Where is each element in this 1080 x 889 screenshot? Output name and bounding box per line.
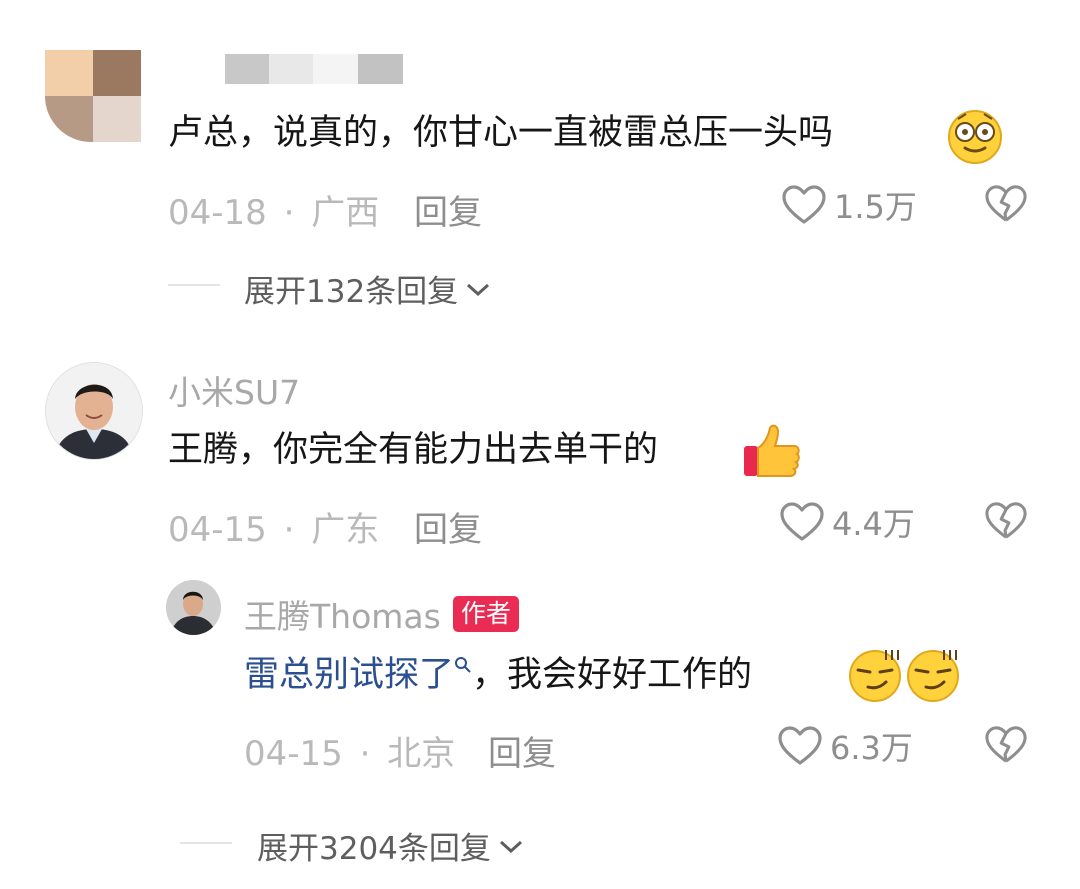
comment-1: 卢总，说真的，你甘心一直被雷总压一头吗 04-18 · 广西 回复 1.5万 展…	[0, 0, 1080, 330]
comment-2: 小米SU7 王腾，你完全有能力出去单干的 04-15 · 广东 回复 4.4万	[0, 340, 1080, 570]
reply-button[interactable]: 回复	[488, 726, 556, 775]
dislike-button[interactable]	[985, 725, 1027, 769]
avatar-wangteng[interactable]	[166, 580, 221, 635]
reply-meta: 04-15 · 北京	[244, 726, 455, 775]
reply-date: 04-15	[244, 734, 343, 774]
comment-meta: 04-15 · 广东	[168, 502, 379, 551]
reply-username[interactable]: 王腾Thomas	[244, 590, 441, 638]
reply-header: 王腾Thomas 作者	[244, 590, 519, 638]
reply-location: 北京	[387, 734, 456, 774]
avatar-pixelated[interactable]	[45, 50, 141, 142]
heart-icon	[782, 185, 826, 224]
comment-meta: 04-18 · 广西	[168, 185, 379, 234]
like-count: 4.4万	[832, 505, 915, 543]
dislike-button[interactable]	[985, 501, 1027, 545]
meta-separator: ·	[283, 510, 295, 550]
username-pixelated[interactable]	[225, 54, 403, 84]
broken-heart-icon	[985, 726, 1027, 763]
heart-icon	[778, 726, 822, 765]
comment-text: 王腾，你完全有能力出去单干的	[168, 430, 659, 470]
expand-replies-label: 展开132条回复	[244, 274, 459, 310]
reply-text-rest: ，我会好好工作的	[472, 655, 753, 695]
comment-location: 广西	[311, 193, 380, 233]
like-count: 1.5万	[834, 188, 917, 226]
like-count: 6.3万	[830, 729, 913, 767]
comment-date: 04-15	[168, 510, 267, 550]
comment-text: 卢总，说真的，你甘心一直被雷总压一头吗	[168, 113, 834, 153]
reply-comment: 王腾Thomas 作者 雷总别试探了 ，我会好好工作的 04-15 · 北京 回复…	[0, 570, 1080, 780]
expand-replies-1[interactable]: 展开132条回复	[244, 266, 492, 311]
dazed-face-emoji	[946, 108, 1004, 164]
reply-text: 雷总别试探了 ，我会好好工作的	[244, 655, 753, 695]
like-button[interactable]: 6.3万	[778, 724, 913, 768]
like-button[interactable]: 4.4万	[780, 500, 915, 544]
reply-button[interactable]: 回复	[414, 185, 482, 234]
search-link[interactable]: 雷总别试探了	[244, 655, 454, 695]
expand-divider	[180, 842, 232, 844]
search-icon[interactable]	[454, 656, 472, 674]
dislike-button[interactable]	[985, 184, 1027, 228]
expand-replies-label: 展开3204条回复	[257, 831, 491, 867]
reply-button[interactable]: 回复	[414, 502, 482, 551]
expand-replies-2[interactable]: 展开3204条回复	[257, 823, 525, 868]
meta-separator: ·	[283, 193, 295, 233]
avatar-xiaomi[interactable]	[45, 362, 143, 460]
broken-heart-icon	[985, 502, 1027, 539]
comment-username[interactable]: 小米SU7	[168, 366, 300, 414]
chevron-down-icon	[467, 283, 490, 296]
comment-date: 04-18	[168, 193, 267, 233]
expand-divider	[168, 284, 220, 286]
meta-separator: ·	[359, 734, 371, 774]
like-button[interactable]: 1.5万	[782, 183, 917, 227]
broken-heart-icon	[985, 185, 1027, 222]
chevron-down-icon	[499, 840, 522, 853]
author-badge: 作者	[452, 596, 519, 632]
thumbs-up-emoji	[742, 422, 802, 480]
smirk-face-emoji	[846, 646, 962, 702]
heart-icon	[780, 502, 824, 541]
comment-location: 广东	[311, 510, 380, 550]
